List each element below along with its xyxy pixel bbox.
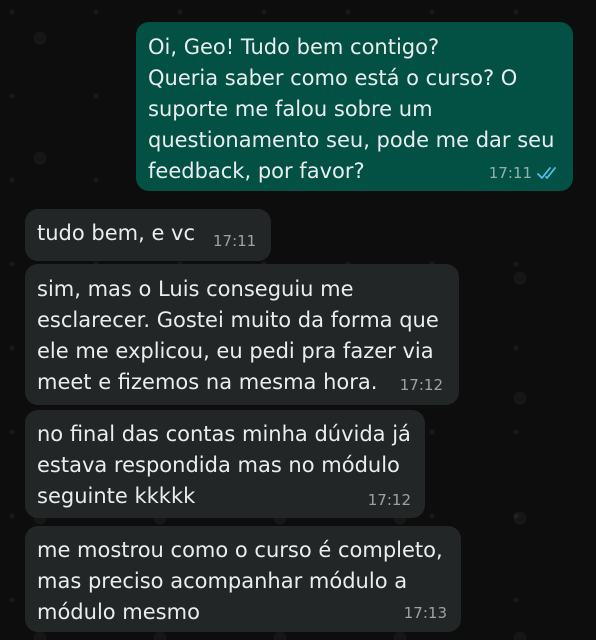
double-check-read-icon <box>537 167 556 179</box>
incoming-message-bubble[interactable]: sim, mas o Luis conseguiu me esclarecer.… <box>25 264 459 405</box>
message-text: sim, mas o Luis conseguiu me esclarecer.… <box>37 277 439 394</box>
message-time: 17:12 <box>367 491 411 509</box>
incoming-message-bubble[interactable]: tudo bem, e vc 17:11 <box>25 209 271 261</box>
incoming-message-bubble[interactable]: no final das contas minha dúvida já esta… <box>25 410 425 518</box>
chat-background: Oi, Geo! Tudo bem contigo? Queria saber … <box>0 0 596 640</box>
message-meta: 17:11 <box>213 232 256 250</box>
message-meta: 17:12 <box>368 491 411 509</box>
message-meta: 17:12 <box>400 376 443 394</box>
message-text: me mostrou como o curso é completo, mas … <box>37 538 443 624</box>
outgoing-message-bubble[interactable]: Oi, Geo! Tudo bem contigo? Queria saber … <box>136 22 573 191</box>
message-meta: 17:11 <box>489 164 561 182</box>
message-time: 17:11 <box>488 164 532 182</box>
message-meta: 17:13 <box>404 604 447 622</box>
message-time: 17:12 <box>399 376 443 394</box>
message-time: 17:13 <box>403 604 447 622</box>
message-text: no final das contas minha dúvida já esta… <box>37 422 411 508</box>
incoming-message-bubble[interactable]: me mostrou como o curso é completo, mas … <box>25 526 461 632</box>
message-time: 17:11 <box>213 232 257 250</box>
